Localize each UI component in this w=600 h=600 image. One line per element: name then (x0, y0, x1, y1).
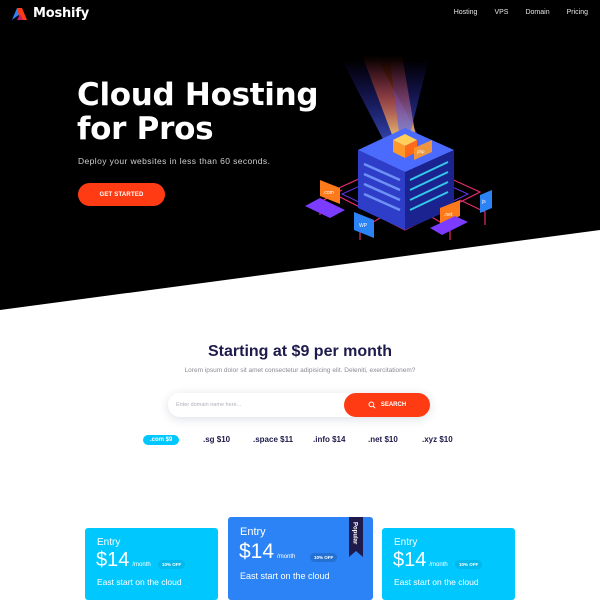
hero-subtitle: Deploy your websites in less than 60 sec… (78, 156, 271, 166)
pricing-card-3[interactable]: Entry $14 /month 10% OFF East start on t… (382, 528, 515, 600)
illus-label-php: php (417, 149, 425, 154)
top-nav: Moshify Hosting VPS Domain Pricing (0, 0, 600, 28)
tld-net[interactable]: .net $10 (368, 435, 398, 444)
plan-price: $14 /month (393, 549, 448, 572)
device-wp: WP (354, 212, 374, 238)
get-started-button[interactable]: GET STARTED (78, 183, 165, 206)
tld-info[interactable]: .info $14 (313, 435, 345, 444)
tld-price-list: .com $9 .sg $10 .space $11 .info $14 .ne… (0, 435, 600, 447)
plan-price-amount: $14 (96, 549, 130, 571)
nav-item-domain[interactable]: Domain (525, 9, 549, 16)
plan-name: Entry (394, 537, 418, 548)
hero-title-line1: Cloud Hosting (77, 77, 319, 113)
domain-search-input[interactable] (176, 397, 336, 413)
tld-com[interactable]: .com $9 (143, 435, 180, 445)
tld-sg[interactable]: .sg $10 (203, 435, 230, 444)
plan-description: East start on the cloud (394, 577, 479, 587)
plan-price-period: /month (277, 554, 296, 560)
moshify-logo-icon (12, 8, 27, 20)
plan-price-amount: $14 (393, 549, 427, 571)
server-illustration: .com WP .net js php (305, 55, 492, 240)
hero-section: Moshify Hosting VPS Domain Pricing Cloud… (0, 0, 600, 310)
popular-ribbon-label: Popular (352, 522, 358, 545)
plan-price-period: /month (132, 562, 151, 568)
pricing-subline: Lorem ipsum dolor sit amet consectetur a… (184, 367, 416, 374)
discount-badge: 10% OFF (158, 560, 186, 569)
plan-name: Entry (240, 526, 266, 538)
illus-label-net: .net (444, 212, 453, 218)
pricing-headline: Starting at $9 per month (207, 343, 393, 360)
hero-title-line2: for Pros (77, 111, 214, 147)
plan-description: East start on the cloud (97, 577, 182, 587)
search-button-label: SEARCH (380, 402, 407, 408)
discount-badge: 10% OFF (455, 560, 483, 569)
device-js: js (480, 190, 492, 213)
search-icon (368, 401, 376, 409)
plan-name: Entry (97, 537, 121, 548)
nav-item-hosting[interactable]: Hosting (454, 9, 478, 16)
popular-ribbon-icon: Popular (349, 517, 363, 557)
nav-item-pricing[interactable]: Pricing (567, 9, 588, 16)
plan-price-period: /month (429, 562, 448, 568)
nav-item-vps[interactable]: VPS (494, 9, 508, 16)
plan-price: $14 /month (96, 549, 151, 572)
tld-space[interactable]: .space $11 (253, 435, 293, 444)
illus-label-com: .com (323, 190, 334, 196)
pricing-card-2[interactable]: Entry $14 /month 10% OFF East start on t… (228, 517, 373, 600)
illus-label-wp: WP (359, 223, 368, 229)
tld-xyz[interactable]: .xyz $10 (422, 435, 453, 444)
domain-search-box: SEARCH (168, 393, 430, 417)
nav-links: Hosting VPS Domain Pricing (437, 9, 588, 16)
plan-description: East start on the cloud (240, 571, 330, 581)
search-button[interactable]: SEARCH (344, 393, 430, 417)
pricing-card-1[interactable]: Entry $14 /month 10% OFF East start on t… (85, 528, 218, 600)
discount-badge: 10% OFF (310, 553, 338, 562)
brand-logo[interactable]: Moshify (11, 6, 89, 21)
illus-label-js: js (481, 199, 486, 205)
brand-name: Moshify (33, 6, 90, 21)
plan-price: $14 /month (239, 540, 295, 564)
plan-price-amount: $14 (239, 540, 275, 563)
